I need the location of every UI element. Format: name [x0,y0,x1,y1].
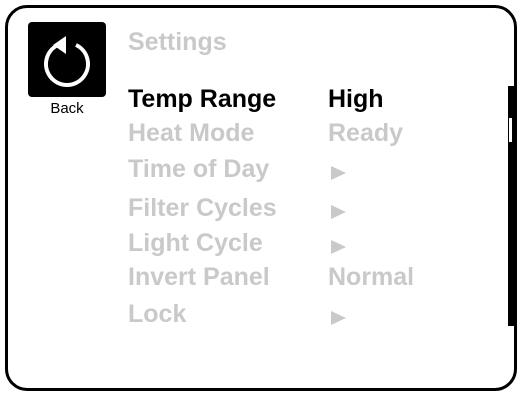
menu-item-filter-cycles[interactable]: Filter Cycles [128,194,498,224]
scrollbar-thumb[interactable] [509,118,512,142]
back-arrow-icon [44,36,90,87]
menu-item-label: Heat Mode [128,119,255,147]
back-button[interactable]: Back [28,22,106,117]
menu-item-invert-panel[interactable]: Invert Panel Normal [128,263,498,293]
back-button-box [28,22,106,97]
menu-item-lock[interactable]: Lock [128,300,498,330]
menu-item-label: Temp Range [128,85,277,113]
menu-item-label: Filter Cycles [128,194,277,222]
back-label: Back [50,100,84,117]
arrow-right-icon [331,311,346,325]
arrow-right-icon [331,240,346,254]
menu-item-heat-mode[interactable]: Heat Mode Ready [128,119,498,149]
arrow-right-icon [331,205,346,219]
menu-item-label: Invert Panel [128,263,270,291]
menu-item-label: Light Cycle [128,229,263,257]
page-title: Settings [128,28,227,56]
arrow-right-icon [331,166,346,180]
menu-item-label: Lock [128,300,187,328]
menu-item-temp-range[interactable]: Temp Range High [128,85,498,115]
menu-item-value: Ready [328,119,404,147]
menu-item-value: High [328,85,384,113]
menu-item-value: Normal [328,263,415,291]
menu-item-time-of-day[interactable]: Time of Day [128,155,498,185]
menu-item-label: Time of Day [128,155,270,183]
menu-item-light-cycle[interactable]: Light Cycle [128,229,498,259]
